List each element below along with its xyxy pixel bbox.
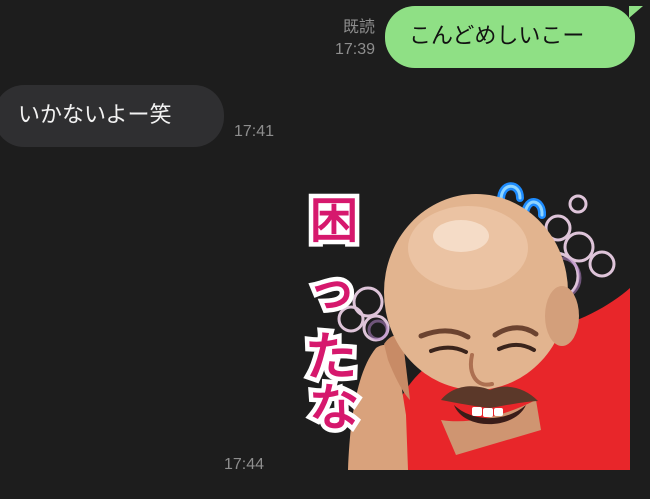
message-bubble-outgoing[interactable]: こんどめしいこー bbox=[385, 6, 635, 68]
sticker-text-line: な bbox=[309, 379, 359, 437]
sticker-text-line: っ bbox=[308, 262, 356, 318]
sticker-caption: 困 っ た な bbox=[300, 189, 363, 442]
read-label: 既読 bbox=[342, 19, 375, 36]
message-text: いかないよー笑 bbox=[18, 103, 172, 128]
sticker-text-line: 困 bbox=[310, 193, 358, 249]
sticker-image: 困 っ た な bbox=[300, 182, 630, 470]
message-time: 17:41 bbox=[234, 123, 275, 140]
bald-man-sticker[interactable]: 困 っ た な bbox=[296, 170, 632, 470]
message-time: 17:39 bbox=[334, 41, 375, 58]
chat-screen: 既読 17:39 こんどめしいこー いかないよー笑 17:41 困 っ た な … bbox=[0, 0, 650, 499]
bubble-tail bbox=[629, 6, 643, 18]
message-text: こんどめしいこー bbox=[409, 24, 585, 49]
message-time: 17:44 bbox=[224, 456, 265, 473]
read-receipt: 既読 17:39 bbox=[320, 18, 375, 60]
message-bubble-incoming[interactable]: いかないよー笑 bbox=[0, 85, 224, 147]
